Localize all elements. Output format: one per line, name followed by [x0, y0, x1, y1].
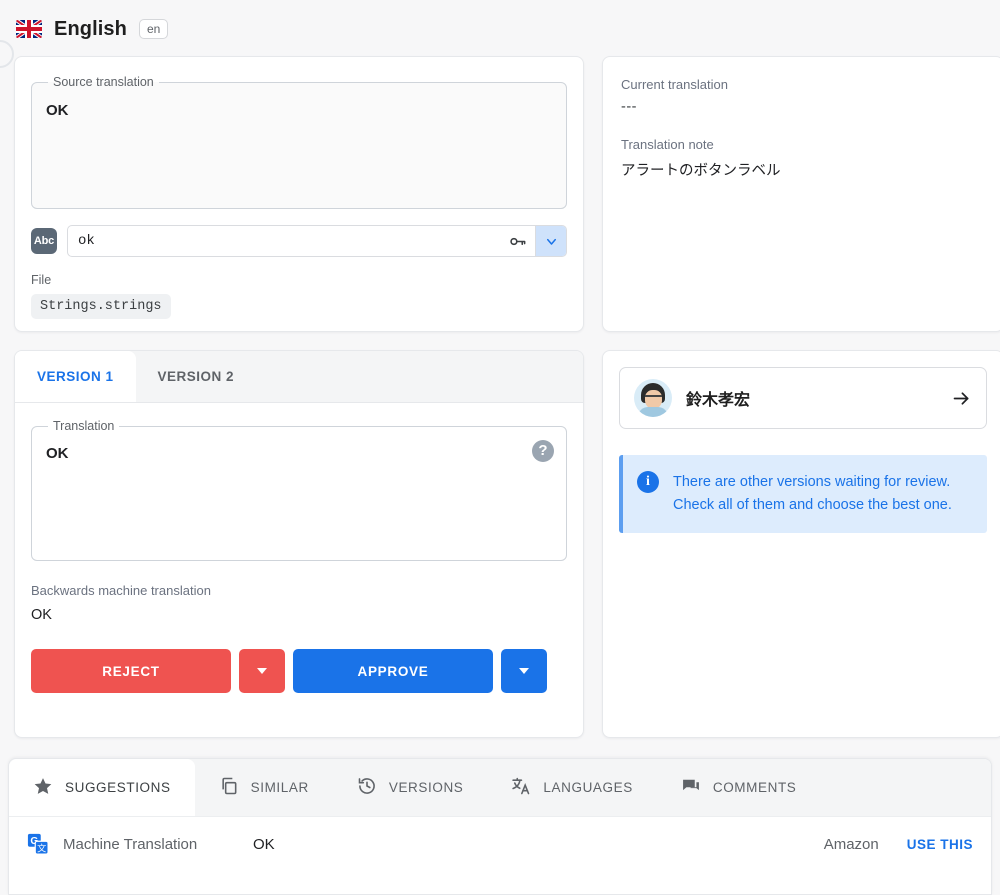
file-name-chip: Strings.strings — [31, 294, 171, 319]
bottom-panel: SUGGESTIONS SIMILAR VERSIONS — [8, 758, 992, 895]
tab-similar[interactable]: SIMILAR — [195, 759, 333, 816]
approve-dropdown-button[interactable] — [501, 649, 547, 693]
google-translate-icon: G 文 — [27, 833, 49, 855]
tab-comments-label: COMMENTS — [713, 780, 797, 795]
suggestion-provider: Amazon — [824, 836, 879, 853]
arrow-right-icon[interactable] — [951, 388, 972, 409]
tab-version-1[interactable]: VERSION 1 — [15, 351, 136, 402]
language-code-badge: en — [139, 19, 168, 39]
key-icon[interactable] — [500, 232, 535, 251]
page-title: English — [54, 18, 127, 41]
version-tabs: VERSION 1 VERSION 2 — [15, 351, 583, 403]
tab-languages-label: LANGUAGES — [543, 780, 632, 795]
action-button-row: REJECT APPROVE — [31, 649, 567, 693]
reviewer-card: 鈴木孝宏 i There are other versions waiting … — [602, 350, 1000, 738]
bottom-tabs: SUGGESTIONS SIMILAR VERSIONS — [9, 759, 991, 817]
suggestion-text: OK — [253, 836, 824, 853]
approve-button[interactable]: APPROVE — [293, 649, 493, 693]
page-header: English en — [0, 0, 1000, 56]
current-translation-block: Current translation --- — [621, 77, 985, 115]
suggestion-source-label: Machine Translation — [63, 836, 253, 853]
comment-icon — [681, 776, 701, 799]
file-label: File — [31, 273, 567, 287]
uk-flag-icon — [16, 20, 42, 38]
avatar — [634, 379, 672, 417]
source-translation-box: Source translation OK — [31, 75, 567, 209]
translation-meta-card: Current translation --- Translation note… — [602, 56, 1000, 332]
source-translation-card: Source translation OK Abc ok — [14, 56, 584, 332]
abc-badge-icon: Abc — [31, 228, 57, 254]
svg-text:文: 文 — [37, 842, 46, 853]
backwards-translation-label: Backwards machine translation — [31, 583, 567, 598]
translation-key-row: Abc ok — [31, 225, 567, 257]
info-icon: i — [637, 471, 659, 493]
tab-version-2[interactable]: VERSION 2 — [136, 351, 257, 402]
source-translation-legend: Source translation — [48, 75, 159, 89]
translation-note-value: アラートのボタンラベル — [621, 159, 985, 180]
reviewer-name: 鈴木孝宏 — [686, 386, 937, 410]
tab-versions[interactable]: VERSIONS — [333, 759, 488, 816]
tab-versions-label: VERSIONS — [389, 780, 464, 795]
tab-languages[interactable]: LANGUAGES — [487, 759, 656, 816]
main-grid: Source translation OK Abc ok — [0, 56, 1000, 738]
tab-comments[interactable]: COMMENTS — [657, 759, 821, 816]
version-card: VERSION 1 VERSION 2 Translation OK ? Bac… — [14, 350, 584, 738]
translation-editor-app: English en Source translation OK Abc ok — [0, 0, 1000, 895]
tab-similar-label: SIMILAR — [251, 780, 309, 795]
help-icon[interactable]: ? — [532, 440, 554, 462]
translation-key-value[interactable]: ok — [68, 233, 500, 249]
reject-button[interactable]: REJECT — [31, 649, 231, 693]
use-this-button[interactable]: USE THIS — [907, 837, 973, 852]
translation-key-field[interactable]: ok — [67, 225, 567, 257]
reviewer-user-row[interactable]: 鈴木孝宏 — [619, 367, 987, 429]
version-body: Translation OK ? Backwards machine trans… — [15, 403, 583, 737]
info-alert-text: There are other versions waiting for rev… — [673, 471, 971, 517]
translation-note-block: Translation note アラートのボタンラベル — [621, 137, 985, 180]
star-icon — [33, 776, 53, 799]
key-dropdown-button[interactable] — [535, 226, 566, 256]
current-translation-label: Current translation — [621, 77, 985, 92]
translate-icon — [511, 776, 531, 799]
suggestion-row[interactable]: G 文 Machine Translation OK Amazon USE TH… — [9, 817, 991, 871]
reject-dropdown-button[interactable] — [239, 649, 285, 693]
source-translation-text: OK — [46, 101, 552, 121]
copy-icon — [219, 776, 239, 799]
translation-box[interactable]: Translation OK ? — [31, 419, 567, 561]
tab-suggestions[interactable]: SUGGESTIONS — [9, 759, 195, 816]
backwards-translation-value: OK — [31, 607, 567, 623]
translation-note-label: Translation note — [621, 137, 985, 152]
history-icon — [357, 776, 377, 799]
info-alert: i There are other versions waiting for r… — [619, 455, 987, 533]
chevron-down-icon — [519, 668, 529, 674]
current-translation-value: --- — [621, 99, 985, 115]
tab-suggestions-label: SUGGESTIONS — [65, 780, 171, 795]
translation-legend: Translation — [48, 419, 119, 433]
translation-text[interactable]: OK — [46, 445, 552, 462]
chevron-down-icon — [257, 668, 267, 674]
